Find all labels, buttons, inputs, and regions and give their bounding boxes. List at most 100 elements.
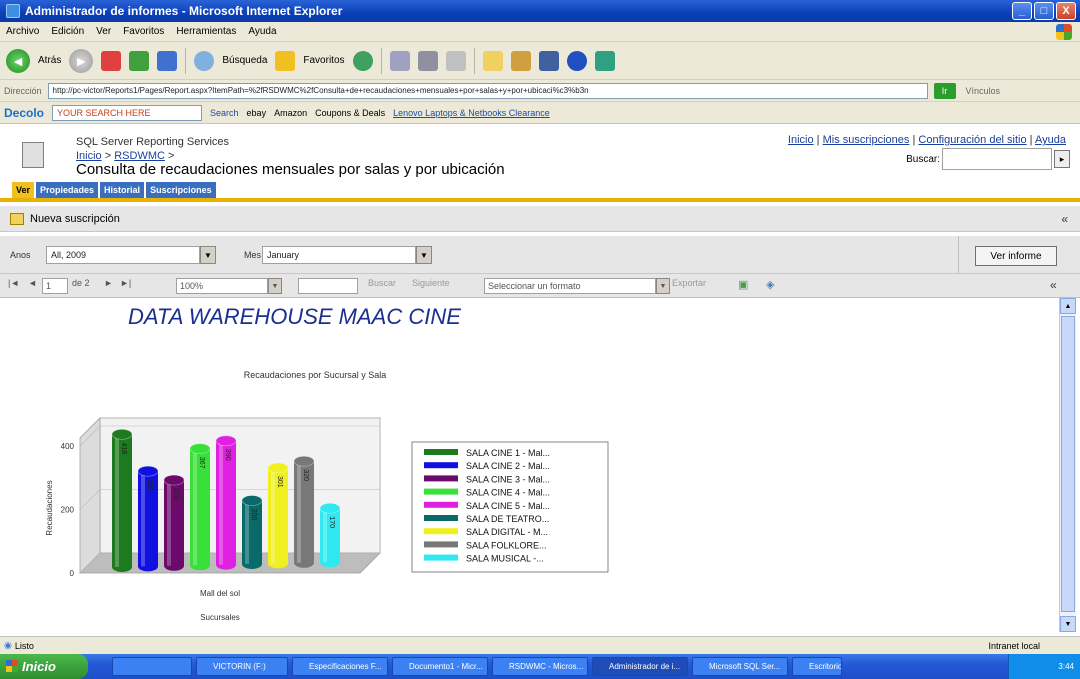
start-button[interactable]: Inicio bbox=[0, 654, 88, 679]
edit-icon[interactable] bbox=[445, 50, 466, 71]
maximize-button[interactable]: □ bbox=[1034, 2, 1054, 20]
legend-swatch bbox=[424, 449, 458, 455]
task-escritorio[interactable]: Escritorio bbox=[792, 657, 842, 676]
last-page-button[interactable]: ►| bbox=[120, 278, 131, 288]
legend-swatch bbox=[424, 541, 458, 548]
links-label[interactable]: Vínculos bbox=[966, 86, 1001, 96]
legend-label: SALA CINE 3 - Mal... bbox=[466, 474, 550, 484]
task-administrador[interactable]: Administrador de i... bbox=[592, 657, 688, 676]
year-select[interactable]: All, 2009 bbox=[46, 246, 200, 264]
page-number-input[interactable]: 1 bbox=[42, 278, 68, 294]
find-button[interactable]: Buscar bbox=[368, 278, 396, 288]
collapse-params-icon[interactable]: « bbox=[1050, 278, 1057, 292]
address-input[interactable]: http://pc-victor/Reports1/Pages/Report.a… bbox=[47, 82, 928, 99]
search-go-button[interactable]: ▸ bbox=[1054, 150, 1070, 168]
link-mis-suscripciones[interactable]: Mis suscripciones bbox=[823, 134, 910, 146]
menu-edicion[interactable]: Edición bbox=[51, 26, 84, 37]
lenovo-link[interactable]: Lenovo Laptops & Netbooks Clearance bbox=[393, 108, 550, 118]
bar-cap bbox=[241, 495, 263, 506]
chart-title: Recaudaciones por Sucursal y Sala bbox=[244, 370, 387, 380]
favorites-star-icon[interactable] bbox=[275, 50, 296, 71]
coupons-link[interactable]: Coupons & Deals bbox=[315, 108, 385, 118]
task-documento[interactable]: Documento1 - Micr... bbox=[392, 657, 488, 676]
bar: 418 bbox=[111, 428, 133, 572]
minimize-button[interactable]: _ bbox=[1012, 2, 1032, 20]
link-ayuda[interactable]: Ayuda bbox=[1035, 134, 1066, 146]
task-rsdwmc[interactable]: RSDWMC - Micros... bbox=[492, 657, 588, 676]
bar-highlight bbox=[323, 508, 327, 563]
amazon-link[interactable]: Amazon bbox=[274, 108, 307, 118]
folder-icon[interactable] bbox=[482, 50, 503, 71]
y-tick-label: 200 bbox=[61, 506, 75, 515]
history-icon[interactable] bbox=[352, 50, 373, 71]
menu-favoritos[interactable]: Favoritos bbox=[123, 26, 164, 37]
prev-page-button[interactable]: ◄ bbox=[28, 278, 37, 288]
forward-arrow-icon[interactable]: ► bbox=[69, 48, 94, 73]
format-dropdown-icon[interactable]: ▼ bbox=[656, 278, 670, 294]
next-page-button[interactable]: ► bbox=[104, 278, 113, 288]
bar: 200 bbox=[241, 495, 263, 569]
bar: 170 bbox=[319, 502, 341, 568]
menu-archivo[interactable]: Archivo bbox=[6, 26, 39, 37]
print-report-icon[interactable]: ◈ bbox=[766, 278, 774, 291]
tab-propiedades[interactable]: Propiedades bbox=[36, 182, 99, 198]
msn-icon[interactable] bbox=[594, 50, 615, 71]
vertical-scrollbar[interactable]: ▲ ▼ bbox=[1059, 298, 1076, 632]
go-button[interactable]: Ir bbox=[933, 82, 956, 99]
first-page-button[interactable]: |◄ bbox=[8, 278, 19, 288]
word-icon[interactable] bbox=[538, 50, 559, 71]
back-arrow-icon[interactable]: ◄ bbox=[6, 48, 30, 73]
link-inicio[interactable]: Inicio bbox=[788, 134, 814, 146]
bluetooth-icon[interactable] bbox=[566, 50, 587, 71]
bar-cap bbox=[189, 443, 211, 454]
year-dropdown-icon[interactable]: ▼ bbox=[200, 246, 216, 264]
refresh-report-icon[interactable]: ▣ bbox=[738, 278, 748, 291]
menu-herramientas[interactable]: Herramientas bbox=[176, 26, 236, 37]
messenger-icon[interactable] bbox=[510, 50, 531, 71]
menu-ver[interactable]: Ver bbox=[96, 26, 111, 37]
month-select[interactable]: January bbox=[262, 246, 416, 264]
link-configuracion[interactable]: Configuración del sitio bbox=[918, 134, 1026, 146]
close-button[interactable]: X bbox=[1056, 2, 1076, 20]
scroll-up-icon[interactable]: ▲ bbox=[1060, 298, 1076, 314]
legend-label: SALA CINE 4 - Mal... bbox=[466, 488, 550, 498]
tab-ver[interactable]: Ver bbox=[12, 182, 35, 198]
favorites-label[interactable]: Favoritos bbox=[303, 55, 344, 66]
month-dropdown-icon[interactable]: ▼ bbox=[416, 246, 432, 264]
deals-search-input[interactable]: YOUR SEARCH HERE bbox=[52, 104, 203, 121]
system-tray: 3:44 bbox=[1008, 654, 1080, 679]
export-format-select[interactable]: Seleccionar un formato bbox=[484, 278, 656, 294]
deals-search-button[interactable]: Search bbox=[210, 108, 239, 118]
task-victorin[interactable]: VICTORIN (F:) bbox=[196, 657, 288, 676]
view-report-button[interactable]: Ver informe bbox=[975, 246, 1057, 266]
y-tick-label: 400 bbox=[61, 442, 75, 451]
zoom-dropdown-icon[interactable]: ▼ bbox=[268, 278, 282, 294]
search-icon[interactable] bbox=[194, 50, 215, 71]
home-icon[interactable] bbox=[157, 50, 178, 71]
quick-launch[interactable] bbox=[112, 657, 192, 676]
scroll-down-icon[interactable]: ▼ bbox=[1060, 616, 1076, 632]
ebay-link[interactable]: ebay bbox=[247, 108, 267, 118]
scroll-thumb[interactable] bbox=[1061, 316, 1075, 612]
menu-bar: Archivo Edición Ver Favoritos Herramient… bbox=[0, 22, 1080, 42]
print-icon[interactable] bbox=[417, 50, 438, 71]
task-especificaciones[interactable]: Especificaciones F... bbox=[292, 657, 388, 676]
export-button[interactable]: Exportar bbox=[672, 278, 706, 288]
find-input[interactable] bbox=[298, 278, 358, 294]
task-sql-server[interactable]: Microsoft SQL Ser... bbox=[692, 657, 788, 676]
mail-icon[interactable] bbox=[389, 50, 410, 71]
stop-icon[interactable] bbox=[101, 50, 122, 71]
collapse-icon[interactable]: « bbox=[1061, 212, 1068, 226]
search-label[interactable]: Búsqueda bbox=[222, 55, 267, 66]
new-subscription-link[interactable]: Nueva suscripción bbox=[30, 213, 120, 225]
refresh-icon[interactable] bbox=[129, 50, 150, 71]
tab-historial[interactable]: Historial bbox=[100, 182, 145, 198]
search-input[interactable] bbox=[942, 148, 1052, 170]
x-tick-label: Mall del sol bbox=[200, 589, 240, 598]
tab-suscripciones[interactable]: Suscripciones bbox=[146, 182, 216, 198]
back-label[interactable]: Atrás bbox=[38, 55, 61, 66]
find-next-button[interactable]: Siguiente bbox=[412, 278, 450, 288]
menu-ayuda[interactable]: Ayuda bbox=[248, 26, 276, 37]
status-text: Listo bbox=[14, 640, 34, 651]
zoom-select[interactable]: 100% bbox=[176, 278, 268, 294]
